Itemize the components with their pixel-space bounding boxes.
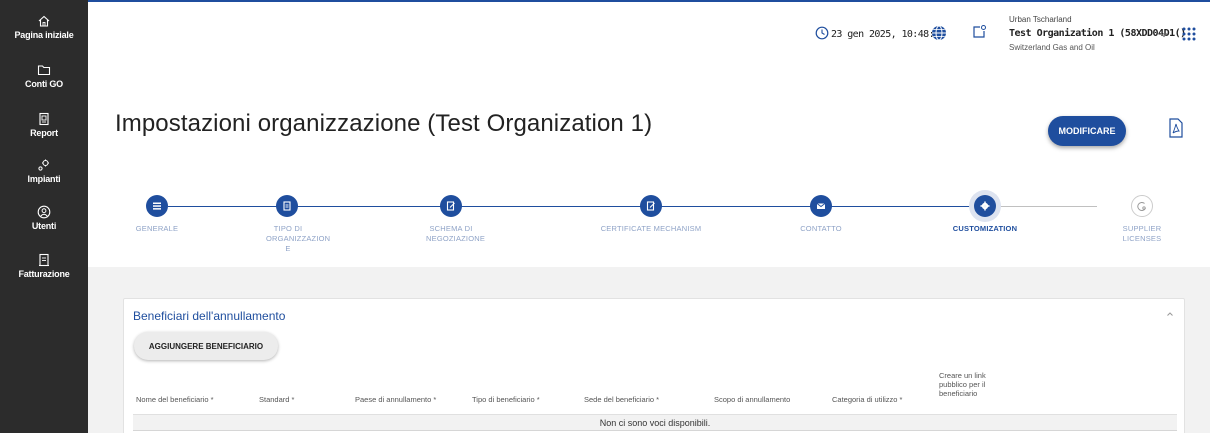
step-general[interactable] bbox=[146, 195, 168, 217]
step-customization[interactable] bbox=[974, 195, 996, 217]
column-header[interactable]: Categoria di utilizzo * bbox=[832, 395, 902, 404]
user-icon bbox=[37, 205, 51, 219]
page-title: Impostazioni organizzazione (Test Organi… bbox=[115, 110, 653, 137]
invoice-icon bbox=[39, 253, 49, 267]
edit-document-icon bbox=[446, 201, 455, 211]
step-contact[interactable] bbox=[810, 195, 832, 217]
home-icon bbox=[38, 15, 50, 27]
column-header[interactable]: Scopo di annullamento bbox=[714, 395, 790, 404]
column-header[interactable]: Standard * bbox=[259, 395, 294, 404]
chevron-down-icon[interactable] bbox=[1159, 31, 1169, 39]
step-label-general: GENERALE bbox=[135, 224, 179, 233]
modify-button[interactable]: MODIFICARE bbox=[1048, 116, 1126, 146]
document-icon bbox=[283, 201, 291, 211]
apps-grid-icon[interactable] bbox=[1182, 27, 1196, 41]
empty-table-message: Non ci sono voci disponibili. bbox=[133, 415, 1177, 431]
step-trading-scheme[interactable] bbox=[440, 195, 462, 217]
clock-icon bbox=[815, 26, 829, 40]
sidebar-item-plants[interactable]: Impianti bbox=[0, 158, 88, 184]
sidebar-item-label: Fatturazione bbox=[18, 269, 70, 279]
main-content: 23 gen 2025, 10:48:01 Urban Tscharland T… bbox=[88, 0, 1210, 433]
sidebar-item-report[interactable]: Report bbox=[0, 112, 88, 138]
beneficiaries-card: Beneficiari dell'annullamento AGGIUNGERE… bbox=[123, 298, 1185, 433]
sidebar: Pagina iniziale Conti GO Report Impianti… bbox=[0, 0, 88, 433]
pdf-icon[interactable] bbox=[1168, 118, 1184, 138]
step-label-organization-type: TIPO DI ORGANIZZAZION E bbox=[266, 224, 331, 253]
new-window-icon[interactable] bbox=[971, 24, 987, 40]
sidebar-item-label: Utenti bbox=[31, 221, 57, 231]
report-icon bbox=[39, 112, 49, 126]
column-header[interactable]: Tipo di beneficiario * bbox=[472, 395, 540, 404]
sidebar-item-billing[interactable]: Fatturazione bbox=[0, 253, 88, 279]
user-name: Urban Tscharland bbox=[1009, 15, 1072, 24]
add-beneficiary-button[interactable]: AGGIUNGERE BENEFICIARIO bbox=[134, 332, 278, 360]
beneficiaries-title: Beneficiari dell'annullamento bbox=[133, 309, 286, 323]
step-label-customization: CUSTOMIZATION bbox=[952, 224, 1018, 233]
column-header[interactable]: Creare un link pubblico per il beneficia… bbox=[939, 371, 1005, 398]
step-label-certificate-mechanism: CERTIFICATE MECHANISM bbox=[600, 224, 702, 233]
column-header[interactable]: Paese di annullamento * bbox=[355, 395, 436, 404]
current-datetime: 23 gen 2025, 10:48:01 bbox=[831, 29, 945, 40]
step-label-trading-scheme: SCHEMA DI NEGOZIAZIONE bbox=[426, 224, 486, 243]
globe-icon[interactable] bbox=[931, 25, 947, 41]
chevron-up-icon[interactable] bbox=[1166, 311, 1174, 317]
mail-icon bbox=[816, 203, 826, 209]
plant-icon bbox=[38, 159, 49, 171]
sidebar-item-home[interactable]: Pagina iniziale bbox=[0, 14, 88, 40]
sidebar-item-accounts[interactable]: Conti GO bbox=[0, 63, 88, 89]
sidebar-item-label: Impianti bbox=[27, 174, 61, 184]
step-supplier-licenses[interactable] bbox=[1131, 195, 1153, 217]
folder-icon bbox=[37, 65, 51, 76]
step-label-supplier-licenses: SUPPLIER LICENSES bbox=[1122, 224, 1162, 243]
organization-subtitle: Switzerland Gas and Oil bbox=[1009, 43, 1095, 52]
step-label-contact: CONTATTO bbox=[800, 224, 842, 233]
edit-document-icon bbox=[646, 201, 655, 211]
column-header[interactable]: Nome del beneficiario * bbox=[136, 395, 214, 404]
sidebar-item-users[interactable]: Utenti bbox=[0, 205, 88, 231]
list-icon bbox=[153, 202, 161, 210]
step-organization-type[interactable] bbox=[276, 195, 298, 217]
sidebar-item-label: Pagina iniziale bbox=[14, 30, 74, 40]
column-header[interactable]: Sede del beneficiario * bbox=[584, 395, 659, 404]
sidebar-item-label: Conti GO bbox=[25, 79, 63, 89]
step-certificate-mechanism[interactable] bbox=[640, 195, 662, 217]
license-icon bbox=[1136, 201, 1146, 211]
gear-icon bbox=[980, 201, 990, 211]
sidebar-item-label: Report bbox=[30, 128, 58, 138]
